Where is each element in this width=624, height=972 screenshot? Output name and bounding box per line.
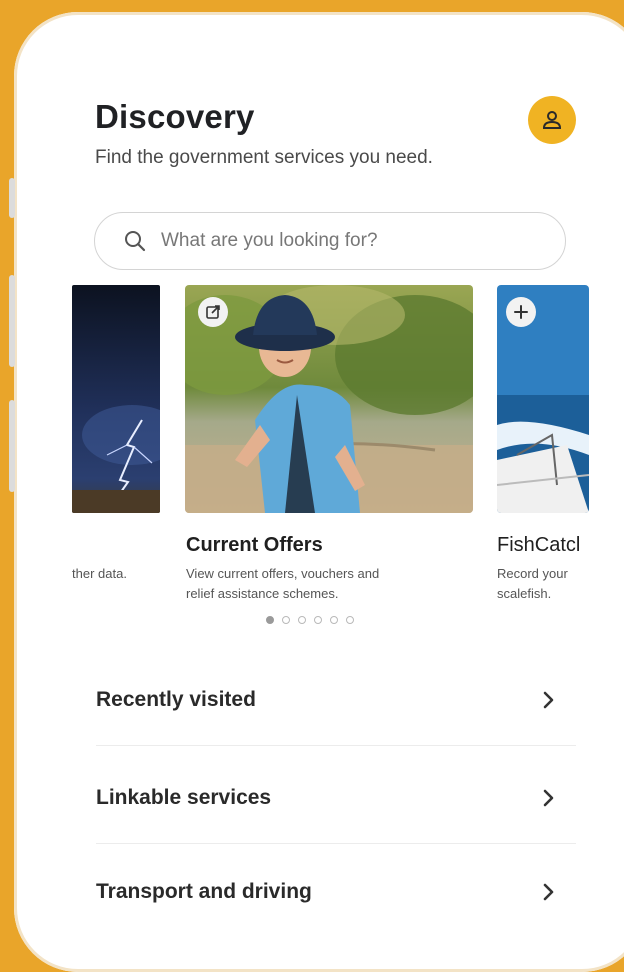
section-transport-driving[interactable]: Transport and driving [96, 862, 556, 907]
card-desc-line-1: View current offers, vouchers and [186, 566, 380, 581]
pagination-dot[interactable] [282, 616, 290, 624]
user-icon [542, 111, 562, 129]
card-desc-line-1: Record your [497, 566, 568, 581]
section-recently-visited[interactable]: Recently visited [96, 670, 556, 730]
card-image-boy [185, 285, 473, 513]
card-desc-line-2: relief assistance schemes. [186, 586, 339, 601]
pagination-dot[interactable] [346, 616, 354, 624]
section-label: Linkable services [96, 786, 272, 809]
section-label: Recently visited [96, 688, 256, 711]
card-title: FishCatcl [497, 534, 581, 556]
page-subtitle: Find the government services you need. [95, 147, 433, 168]
external-link-icon [206, 305, 220, 319]
divider [96, 843, 576, 844]
card-title: Current Offers [186, 534, 323, 556]
carousel-pagination[interactable] [266, 616, 354, 624]
section-label: Transport and driving [96, 880, 312, 903]
chevron-right-icon [543, 789, 554, 807]
card-desc-line-2: scalefish. [497, 586, 552, 601]
profile-button[interactable] [528, 96, 576, 144]
page-title: Discovery [95, 98, 255, 135]
section-linkable-services[interactable]: Linkable services [96, 768, 556, 828]
search-icon [125, 231, 146, 252]
divider [96, 745, 576, 746]
card-image-lightning [72, 285, 160, 513]
card-desc-line-1: ther data. [72, 566, 127, 581]
plus-icon [514, 305, 528, 319]
external-link-badge[interactable] [198, 297, 228, 327]
plus-badge[interactable] [506, 297, 536, 327]
pagination-dot[interactable] [330, 616, 338, 624]
screen: Discovery Find the government services y… [0, 0, 624, 907]
search-input[interactable] [159, 229, 543, 253]
pagination-dot[interactable] [266, 616, 274, 624]
chevron-right-icon [543, 691, 554, 709]
chevron-right-icon [543, 883, 554, 901]
pagination-dot[interactable] [314, 616, 322, 624]
pagination-dot[interactable] [298, 616, 306, 624]
search-bar[interactable] [94, 212, 566, 270]
